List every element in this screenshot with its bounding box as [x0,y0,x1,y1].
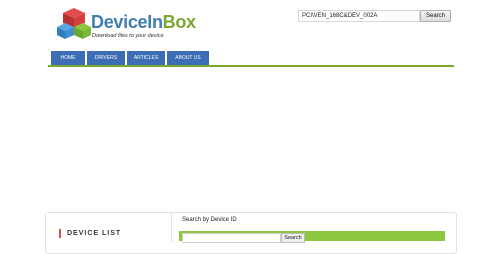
main-nav: HOME DRIVERS ARTICLES ABOUT US [51,51,209,65]
cubes-icon [57,8,91,39]
device-id-input[interactable] [182,233,281,243]
logo-text-device: Device [91,12,148,32]
nav-articles[interactable]: ARTICLES [127,51,165,65]
tagline: Download files to your device [92,33,164,39]
nav-underline [48,65,454,67]
header-search-input[interactable]: PCI\VEN_168C&DEV_002A [298,10,420,22]
device-id-search-button[interactable]: Search [281,233,305,243]
nav-drivers[interactable]: DRIVERS [87,51,125,65]
logo-text: DeviceInBox [91,13,196,31]
nav-home[interactable]: HOME [51,51,85,65]
logo-text-in: In [147,12,163,32]
logo-text-box: Box [162,12,196,32]
header-search-button[interactable]: Search [420,10,451,22]
site-logo[interactable]: DeviceInBox Download files to your devic… [57,6,196,40]
device-list-heading: DEVICE LIST [59,229,121,238]
search-by-id-label: Search by Device ID [182,217,237,223]
nav-about-us[interactable]: ABOUT US [167,51,209,65]
